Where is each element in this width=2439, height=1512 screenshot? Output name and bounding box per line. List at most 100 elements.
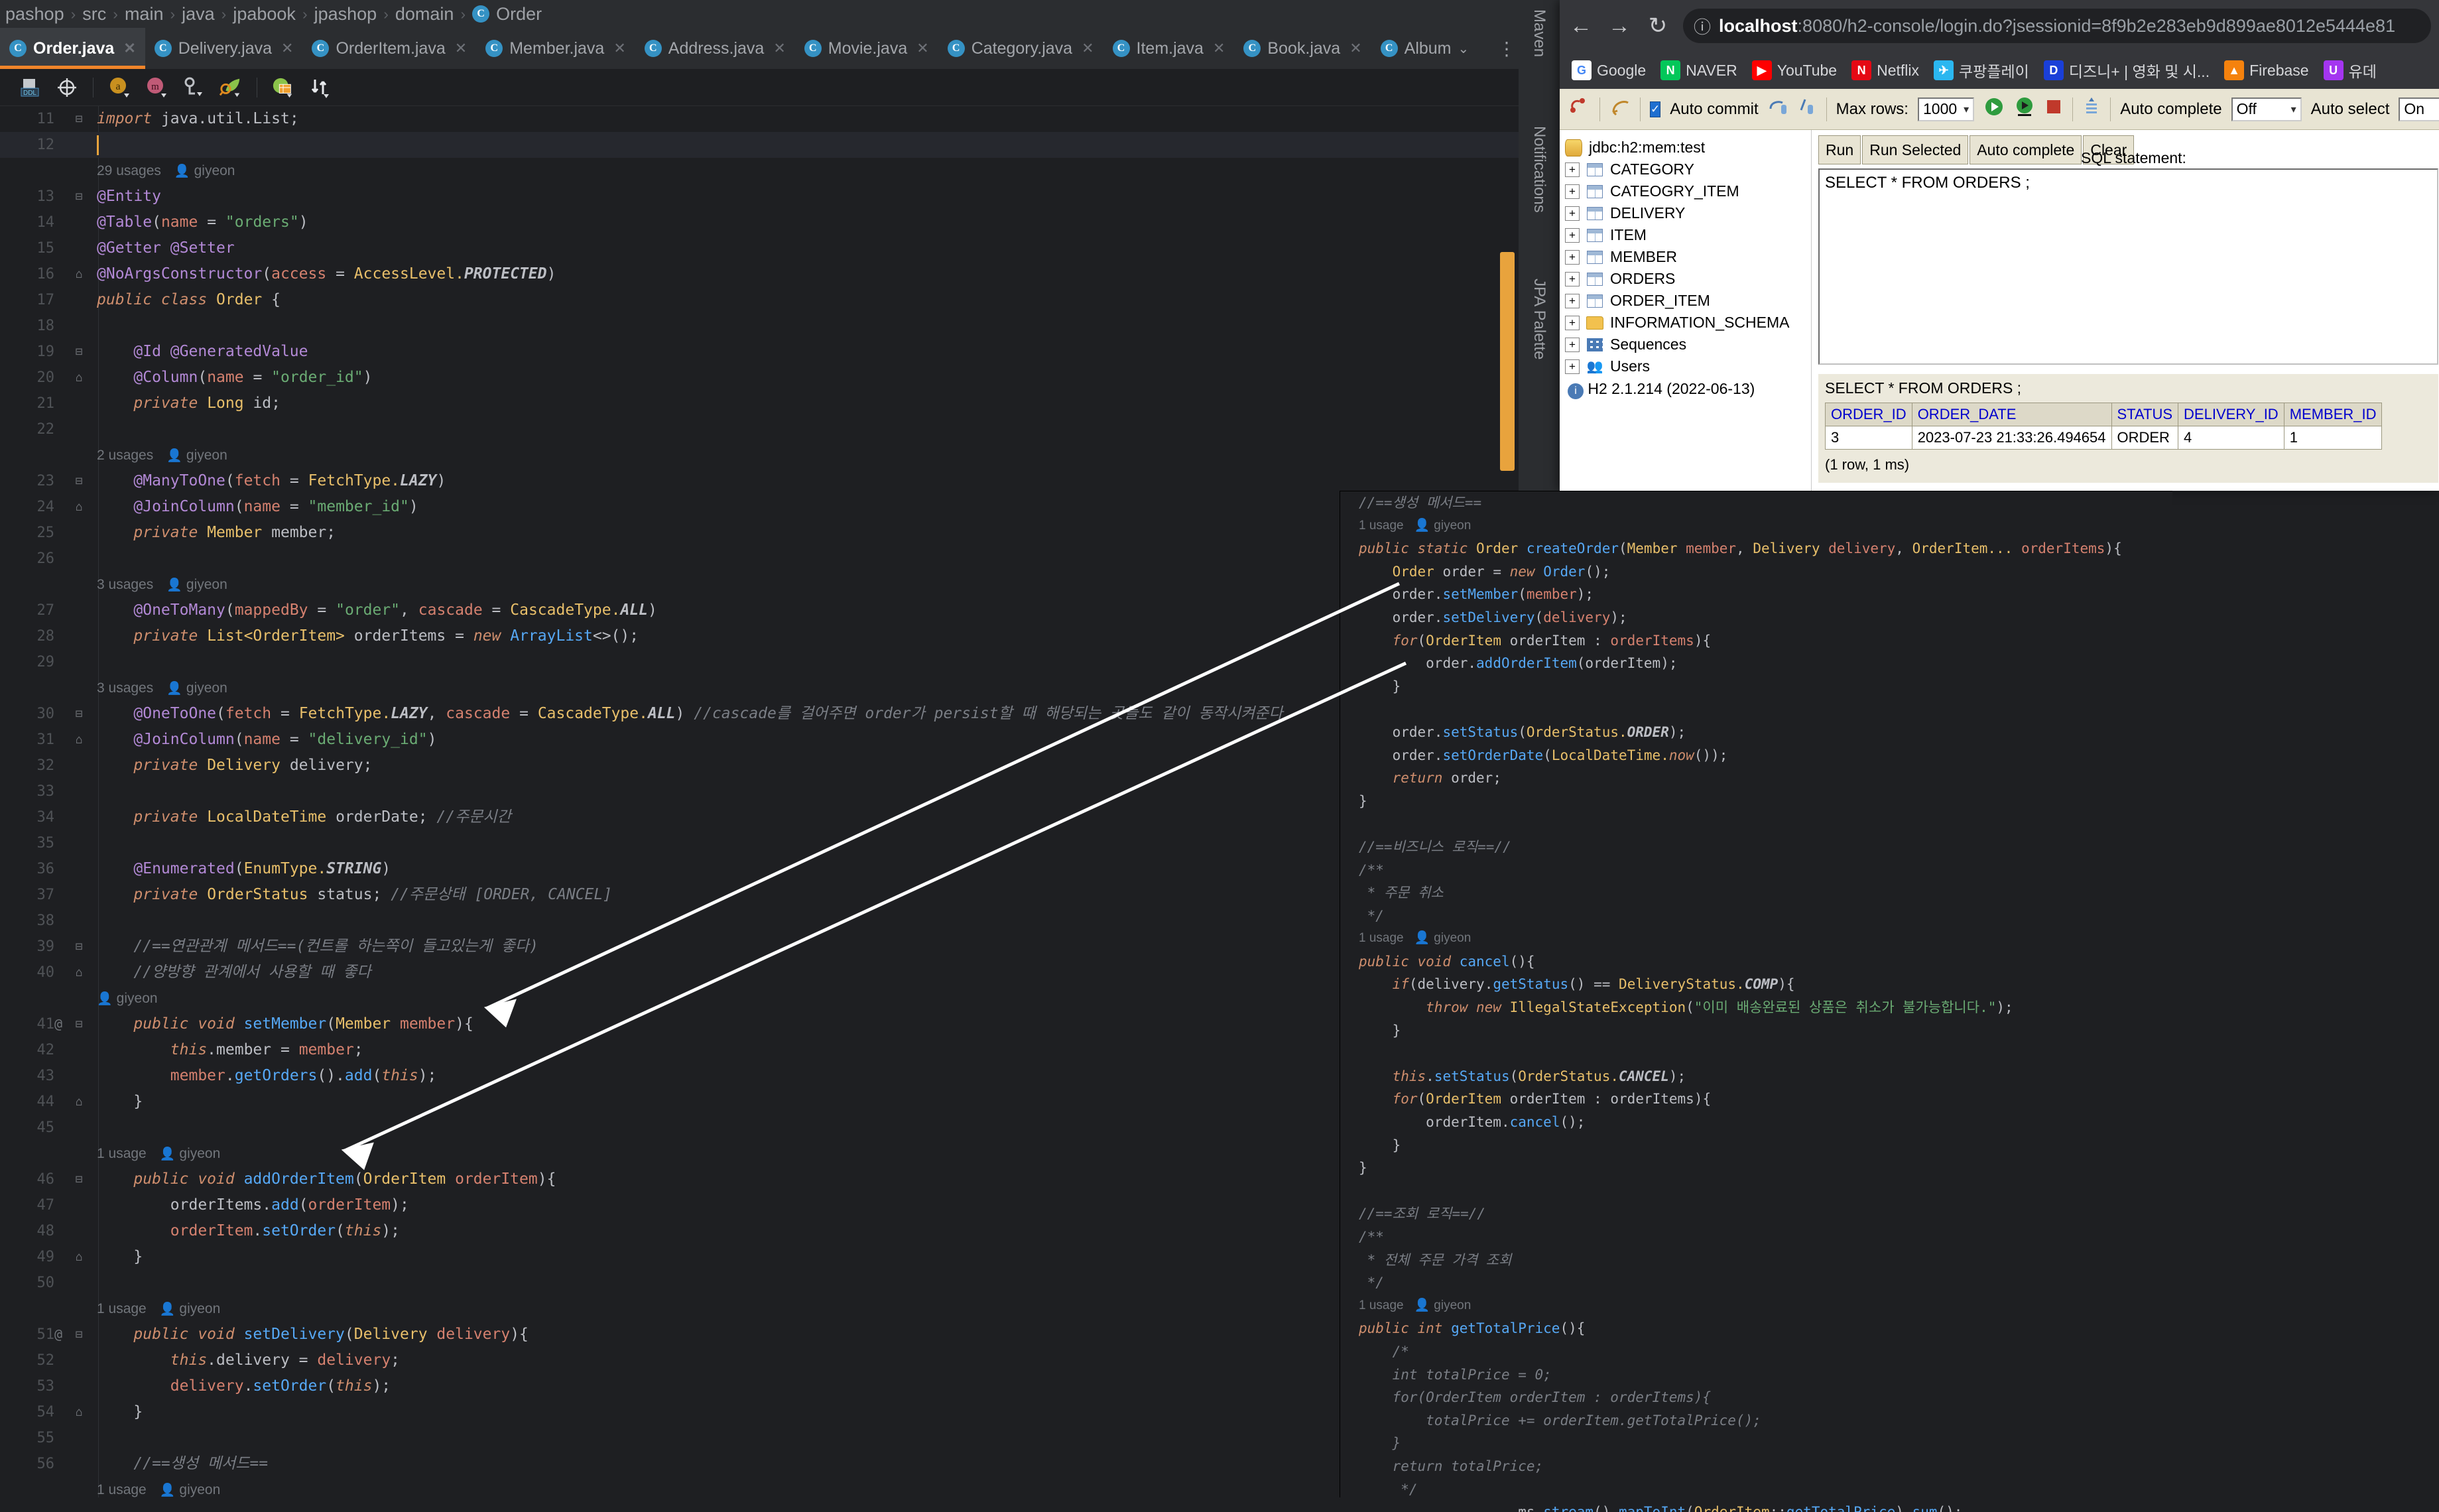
code-line[interactable]: 26 (0, 546, 1519, 572)
code-line[interactable]: 16 ⌂ @NoArgsConstructor(access = AccessLev… (0, 261, 1519, 287)
back-icon[interactable]: ← (1568, 13, 1594, 39)
code-content[interactable]: 11⊟import java.util.List;1229 usagesgiye… (0, 106, 1519, 1512)
code-line[interactable]: 20 ⌂ @Column(name = "order_id") (0, 365, 1519, 391)
code-line[interactable]: } (1340, 1134, 2172, 1157)
bookmark-netflix[interactable]: N Netflix (1847, 60, 1923, 80)
code-line[interactable]: this.setStatus(OrderStatus.CANCEL); (1340, 1065, 2172, 1088)
fold-marker-icon[interactable]: ⌂ (61, 727, 97, 753)
usage-count[interactable]: 1 usage (1359, 1294, 1404, 1318)
target-icon[interactable] (56, 76, 78, 99)
author-label[interactable]: giyeon (160, 1141, 220, 1167)
code-line[interactable]: 50 (0, 1270, 1519, 1296)
editor-tab-order[interactable]: C Order.java ✕ (0, 28, 145, 69)
code-line[interactable]: @51 ⊟ public void setDelivery(Delivery de… (0, 1322, 1519, 1348)
amber-a-icon[interactable]: a (108, 76, 131, 99)
code-line[interactable]: */ (1340, 1271, 2172, 1294)
code-usage-hint[interactable]: 1 usage giyeon (1340, 927, 2172, 950)
code-editor[interactable]: 11⊟import java.util.List;1229 usagesgiye… (0, 106, 1519, 1512)
fold-marker-icon[interactable]: ⌂ (61, 494, 97, 520)
code-line[interactable]: 34 private LocalDateTime orderDate; //주문… (0, 804, 1519, 830)
code-line[interactable]: } (1340, 1432, 2172, 1455)
author-label[interactable]: giyeon (166, 442, 227, 469)
code-line[interactable]: 55 (0, 1425, 1519, 1451)
code-line[interactable]: totalPrice += orderItem.getTotalPrice(); (1340, 1409, 2172, 1432)
fold-marker-icon[interactable]: ⊟ (61, 106, 97, 132)
h2-button-auto-complete[interactable]: Auto complete (1970, 135, 2082, 164)
usage-count[interactable]: 29 usages (97, 158, 161, 184)
code-line[interactable]: //==비즈니스 로직==// (1340, 836, 2172, 859)
close-icon[interactable]: ✕ (613, 40, 625, 57)
expand-icon[interactable]: + (1565, 359, 1580, 374)
author-label[interactable]: giyeon (1414, 1294, 1471, 1318)
address-bar[interactable]: ⓘ localhost:8080/h2-console/login.do?jse… (1683, 9, 2431, 43)
code-line[interactable]: 28 private List<OrderItem> orderItems = … (0, 623, 1519, 649)
code-line[interactable]: 25 private Member member; (0, 520, 1519, 546)
code-line[interactable]: 40 ⌂ //양방향 관계에서 사용할 때 좋다 (0, 960, 1519, 985)
editor-tab-album[interactable]: C Album ⌄ (1371, 28, 1479, 69)
code-usage-hint[interactable]: 3 usages giyeon (0, 675, 1519, 701)
code-line[interactable]: 22 (0, 416, 1519, 442)
code-line[interactable]: 52 this.delivery = delivery; (0, 1348, 1519, 1373)
code-line[interactable]: 17 public class Order { (0, 287, 1519, 313)
code-line[interactable]: return order; (1340, 767, 2172, 790)
history-icon[interactable] (2082, 96, 2101, 122)
fold-marker-icon[interactable]: ⌂ (61, 1399, 97, 1425)
code-line[interactable]: 12 (0, 132, 1519, 158)
close-icon[interactable]: ✕ (773, 40, 785, 57)
breadcrumb[interactable]: pashop › src › main › java › jpabook › jpashop › dom… (0, 0, 1565, 28)
fold-marker-icon[interactable]: ⊟ (61, 339, 97, 365)
close-icon[interactable]: ✕ (281, 40, 293, 57)
tool-window-maven[interactable]: Maven (1530, 9, 1548, 57)
code-line[interactable]: 45 (0, 1115, 1519, 1141)
author-label[interactable]: giyeon (166, 572, 227, 598)
expand-icon[interactable]: + (1565, 337, 1580, 352)
expand-icon[interactable]: + (1565, 271, 1580, 286)
code-line[interactable]: for(OrderItem orderItem : orderItems){ (1340, 1088, 2172, 1111)
code-line[interactable]: 38 (0, 908, 1519, 934)
code-line[interactable]: 35 (0, 830, 1519, 856)
code-line[interactable]: /** (1340, 1226, 2172, 1249)
fold-marker-icon[interactable]: ⊟ (61, 934, 97, 960)
fold-marker-icon[interactable]: ⊟ (61, 468, 97, 494)
editor-tab-movie[interactable]: C Movie.java ✕ (795, 28, 938, 69)
code-line[interactable]: 30 ⊟ @OneToOne(fetch = FetchType.LAZY, ca… (0, 701, 1519, 727)
breadcrumb-item-pashop[interactable]: pashop (5, 4, 64, 25)
code-line[interactable]: for(OrderItem orderItem : orderItems){ (1340, 1386, 2172, 1409)
code-line[interactable]: public void cancel(){ (1340, 950, 2172, 974)
author-label[interactable]: giyeon (160, 1296, 220, 1322)
code-line[interactable]: */ (1340, 905, 2172, 928)
rollback-icon[interactable] (1797, 97, 1817, 121)
bookmark-coupangplay[interactable]: ✈ 쿠팡플레이 (1930, 59, 2033, 82)
code-line[interactable]: 53 delivery.setOrder(this); (0, 1373, 1519, 1399)
code-line[interactable]: order.setDelivery(delivery); (1340, 606, 2172, 629)
code-line[interactable]: 56 //==생성 메서드== (0, 1451, 1519, 1477)
editor-toolbar[interactable]: DDL a m (0, 69, 1545, 106)
code-line[interactable]: return totalPrice; (1340, 1455, 2172, 1478)
code-line[interactable]: order.addOrderItem(orderItem); (1340, 652, 2172, 675)
editor-tab-member[interactable]: C Member.java ✕ (476, 28, 635, 69)
code-line[interactable]: int totalPrice = 0; (1340, 1363, 2172, 1387)
fold-marker-icon[interactable]: ⌂ (61, 960, 97, 985)
usage-count[interactable]: 2 usages (97, 442, 153, 468)
close-icon[interactable]: ✕ (123, 40, 135, 57)
code-line[interactable]: for(OrderItem orderItem : orderItems){ (1340, 629, 2172, 653)
expand-icon[interactable]: + (1565, 227, 1580, 243)
bookmark-disneyplus[interactable]: D 디즈니+ | 영화 및 시... (2040, 59, 2214, 82)
commit-icon[interactable] (1768, 97, 1788, 121)
close-icon[interactable]: ✕ (455, 40, 467, 57)
expand-icon[interactable]: + (1565, 184, 1580, 199)
code-line[interactable]: 44 ⌂ } (0, 1089, 1519, 1115)
green-table-icon[interactable] (272, 76, 294, 99)
expand-icon[interactable]: + (1565, 249, 1580, 265)
author-label[interactable]: giyeon (1414, 927, 1471, 950)
code-line[interactable] (1340, 1042, 2172, 1065)
tree-item-sequences[interactable]: + Sequences (1565, 334, 1811, 355)
tree-item-cateogry_item[interactable]: + CATEOGRY_ITEM (1565, 180, 1811, 202)
code-line[interactable]: 37 private OrderStatus status; //주문상태 [O… (0, 882, 1519, 908)
code-line[interactable]: 13 ⊟ @Entity (0, 184, 1519, 210)
tree-item-member[interactable]: + MEMBER (1565, 246, 1811, 268)
code-usage-hint[interactable]: 29 usages giyeon (0, 158, 1519, 184)
override-marker-icon[interactable]: @ (54, 1322, 62, 1348)
tool-window-jpa-palette[interactable]: JPA Palette (1530, 279, 1548, 359)
h2-rollback-icon[interactable] (1609, 96, 1631, 122)
